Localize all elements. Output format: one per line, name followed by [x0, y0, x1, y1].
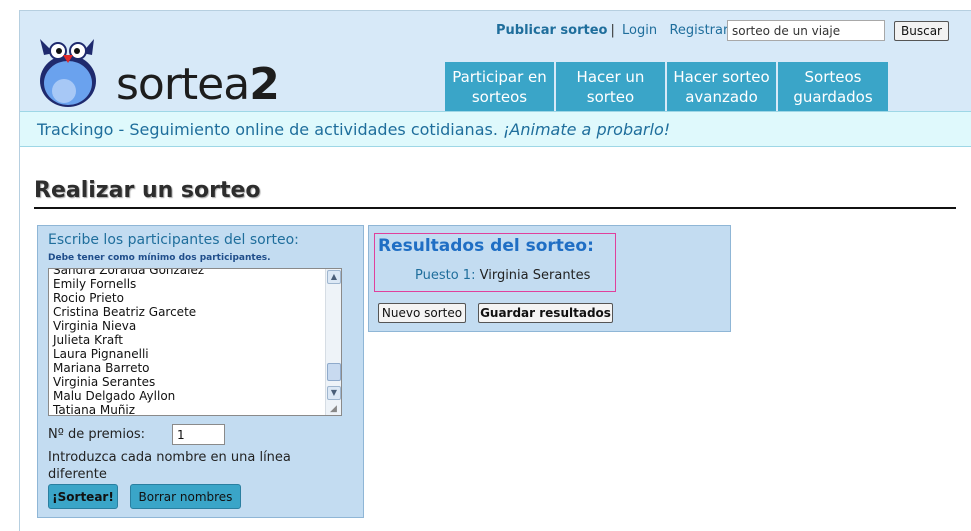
title-divider	[34, 207, 956, 209]
participant-name: Virginia Nieva	[53, 319, 137, 333]
nav-tab-sorteo-avanzado[interactable]: Hacer sorteo avanzado	[667, 62, 777, 112]
participant-name: Cristina Beatriz Garcete	[53, 305, 197, 319]
logo[interactable]: sortea2	[34, 37, 294, 109]
promo-banner[interactable]: Trackingo - Seguimiento online de activi…	[20, 111, 971, 147]
owl-mascot-icon	[40, 39, 96, 107]
participant-name: Malu Delgado Ayllon	[53, 389, 176, 403]
link-separator: |	[610, 23, 615, 38]
top-links: Publicar sorteo | Login Registrar	[496, 23, 728, 38]
participants-list: Sandra Zoraida Gonzalez Emily Fornells R…	[53, 268, 205, 416]
login-link[interactable]: Login	[622, 23, 657, 38]
save-results-button[interactable]: Guardar resultados	[478, 303, 613, 323]
nav-tab-hacer-sorteo[interactable]: Hacer un sorteo	[556, 62, 666, 112]
page: sortea2 Publicar sorteo | Login Registrar…	[19, 10, 971, 531]
main-nav: Participar en sorteos Hacer un sorteo Hace…	[445, 62, 890, 112]
page-title: Realizar un sorteo	[34, 178, 261, 203]
participants-textarea[interactable]: Sandra Zoraida Gonzalez Emily Fornells R…	[48, 268, 342, 416]
draw-button[interactable]: ¡Sortear!	[48, 484, 118, 509]
nav-tab-participar[interactable]: Participar en sorteos	[445, 62, 555, 112]
participant-name: Laura Pignanelli	[53, 347, 149, 361]
participant-name: Emily Fornells	[53, 277, 137, 291]
register-link[interactable]: Registrar	[669, 23, 728, 38]
textarea-scrollbar[interactable]: ▲ ▼	[325, 269, 341, 415]
banner-cta: ¡Animate a probarlo!	[503, 120, 671, 139]
participants-subtitle: Debe tener como mínimo dos participantes…	[48, 253, 271, 263]
participant-name: Rocio Prieto	[53, 291, 124, 305]
arrow-up-icon[interactable]: ▲	[327, 270, 341, 284]
prizes-input[interactable]	[172, 424, 225, 445]
participant-name: Mariana Barreto	[53, 361, 150, 375]
participant-name: Sandra Zoraida Gonzalez	[53, 268, 205, 277]
new-draw-button[interactable]: Nuevo sorteo	[378, 303, 466, 323]
participants-panel: Escribe los participantes del sorteo: De…	[37, 225, 364, 518]
resize-grip-icon[interactable]: ◢	[330, 404, 340, 414]
result-row: Puesto 1: Virginia Serantes	[415, 268, 590, 283]
participant-name: Tatiana Muñiz	[53, 403, 136, 416]
names-hint: Introduzca cada nombre en una línea dife…	[48, 450, 291, 482]
results-panel: Resultados del sorteo: Puesto 1: Virgini…	[368, 225, 731, 332]
result-position: Puesto 1:	[415, 268, 476, 283]
arrow-down-icon[interactable]: ▼	[327, 386, 341, 400]
results-box: Resultados del sorteo: Puesto 1: Virgini…	[374, 233, 616, 292]
publish-link[interactable]: Publicar sorteo	[496, 23, 607, 38]
result-winner: Virginia Serantes	[479, 268, 591, 283]
search-input[interactable]	[727, 20, 885, 41]
participant-name: Julieta Kraft	[53, 333, 123, 347]
prizes-label: Nº de premios:	[48, 427, 146, 442]
logo-text: sortea2	[116, 59, 280, 110]
results-title: Resultados del sorteo:	[378, 236, 594, 256]
banner-text: Trackingo - Seguimiento online de activi…	[37, 120, 498, 139]
search-button[interactable]: Buscar	[894, 21, 949, 41]
participants-title: Escribe los participantes del sorteo:	[48, 232, 299, 248]
header: sortea2 Publicar sorteo | Login Registrar…	[20, 10, 971, 112]
scrollbar-thumb[interactable]	[327, 363, 341, 381]
nav-tab-sorteos-guardados[interactable]: Sorteos guardados	[778, 62, 889, 112]
participant-name: Virginia Serantes	[53, 375, 156, 389]
clear-names-button[interactable]: Borrar nombres	[130, 484, 241, 509]
